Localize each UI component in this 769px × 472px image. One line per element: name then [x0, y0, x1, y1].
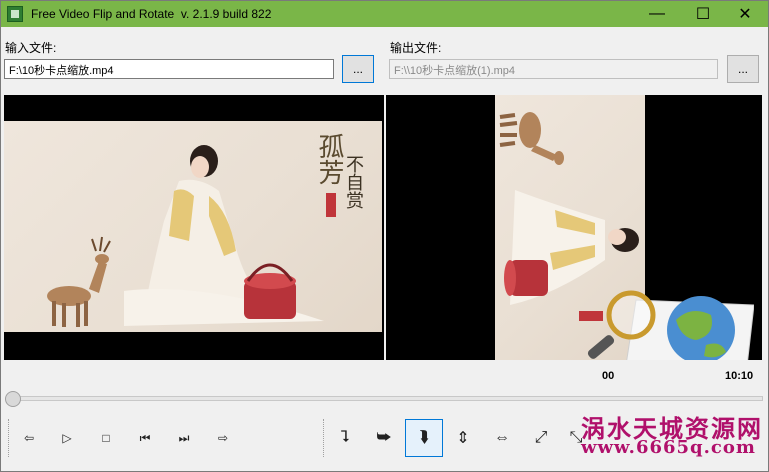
prev-frame-button[interactable]: ⏮: [126, 419, 164, 457]
window-title: Free Video Flip and Rotate v. 2.1.9 buil…: [31, 7, 272, 21]
artwork-seal: [326, 193, 336, 217]
forward-button[interactable]: ⇨: [204, 419, 242, 457]
watermark-url: www.6665q.com: [581, 437, 756, 458]
output-file-label: 输出文件:: [390, 41, 442, 55]
output-file-field[interactable]: F:\\10秒卡点缩放(1).mp4: [389, 59, 718, 79]
time-total: 10:10: [725, 370, 754, 382]
toolbar-separator-middle: [323, 419, 324, 457]
rotate-180-button[interactable]: ⮯: [405, 419, 443, 457]
rotate-cw-button[interactable]: ⮩: [365, 419, 403, 457]
play-button[interactable]: ▷: [48, 419, 86, 457]
time-current: 00: [602, 370, 615, 382]
app-window: Free Video Flip and Rotate v. 2.1.9 buil…: [0, 0, 769, 472]
rotate-ccw-button[interactable]: ⮧: [326, 419, 364, 457]
input-browse-button[interactable]: ...: [342, 55, 374, 83]
seek-track[interactable]: [7, 396, 763, 401]
toolbar-separator-left: [8, 419, 9, 457]
transpose-button[interactable]: ⤢: [522, 419, 560, 457]
app-icon: [7, 6, 23, 22]
close-button[interactable]: ✕: [722, 1, 768, 27]
magnifier-globe-icon: [587, 290, 754, 360]
stop-button[interactable]: □: [87, 419, 125, 457]
input-video-frame: 孤芳 不自赏: [4, 121, 382, 332]
minimize-button[interactable]: —: [634, 1, 680, 27]
next-frame-button[interactable]: ⏭: [165, 419, 203, 457]
output-browse-button[interactable]: ...: [727, 55, 759, 83]
maximize-button[interactable]: ☐: [680, 1, 726, 27]
input-preview: 孤芳 不自赏: [4, 95, 384, 360]
flip-vertical-button[interactable]: ⇕: [444, 419, 482, 457]
flip-horizontal-button[interactable]: ⇔: [483, 419, 521, 457]
input-file-label: 输入文件:: [5, 41, 57, 55]
seek-thumb[interactable]: [5, 391, 21, 407]
artwork-calligraphy-1: 孤芳: [314, 133, 344, 185]
artwork-calligraphy-2: 不自赏: [343, 155, 364, 209]
output-preview: [386, 95, 762, 360]
input-file-field[interactable]: F:\10秒卡点缩放.mp4: [4, 59, 334, 79]
rewind-button[interactable]: ⇦: [10, 419, 48, 457]
